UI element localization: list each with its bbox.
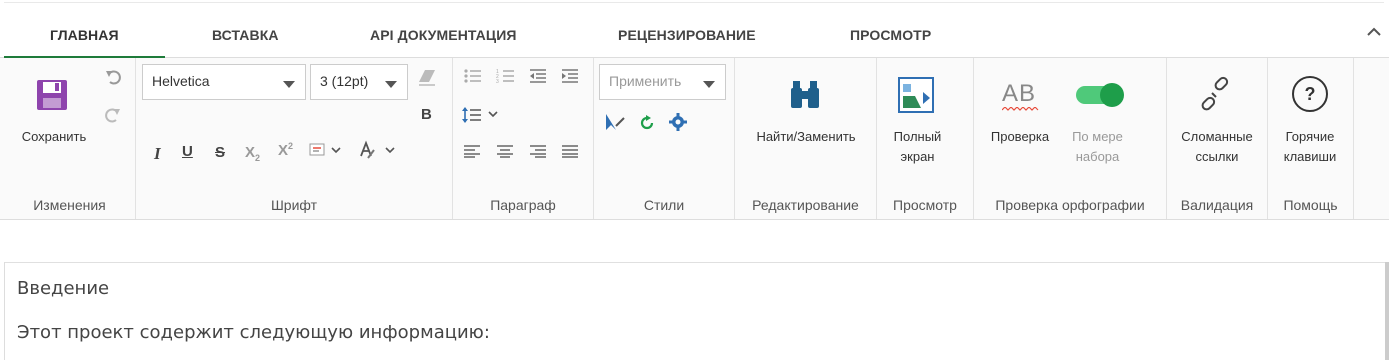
bullet-list-icon[interactable] [463,68,483,84]
hotkeys-line-2: клавиши [1283,149,1337,164]
line-spacing-icon[interactable] [461,106,503,124]
as-you-type-line-1: По мере [1072,129,1123,144]
collapse-ribbon-icon[interactable] [1366,24,1382,40]
spell-check-icon[interactable]: AB [1002,80,1036,108]
save-icon[interactable] [35,78,69,112]
superscript-icon[interactable]: X2 [278,141,293,159]
highlight-color-icon[interactable] [308,142,344,160]
group-label-changes: Изменения [33,197,106,213]
group-label-paragraph: Параграф [490,197,556,213]
numbered-list-icon[interactable]: 123 [496,68,516,84]
editor-top-spacer [4,220,1389,263]
chevron-down-icon [385,81,397,88]
tab-view[interactable]: ПРОСМОТР [850,27,931,43]
svg-text:3: 3 [496,79,499,84]
fullscreen-label-line-2: экран [900,149,935,164]
group-editing: Найти/Заменить Редактирование [735,58,877,219]
toggle-knob [1100,83,1124,107]
group-validation: Сломанные ссылки Валидация [1167,58,1268,219]
font-size-value: 3 (12pt) [320,73,369,89]
bold-button[interactable]: B [421,106,432,123]
spell-underline-icon [1002,107,1039,111]
align-left-icon[interactable] [463,144,481,158]
fullscreen-label-line-1: Полный [893,129,942,144]
subscript-icon[interactable]: X2 [245,144,260,163]
align-justify-icon[interactable] [561,144,579,158]
group-help: ? Горячие клавиши Помощь [1268,58,1354,219]
binoculars-icon[interactable] [788,78,822,112]
editor-scrollbar[interactable] [1385,262,1389,360]
strikethrough-button[interactable]: S [215,144,225,161]
tab-api-docs[interactable]: API ДОКУМЕНТАЦИЯ [370,27,517,43]
group-paragraph: 123 Параграф [453,58,594,219]
font-color-icon[interactable] [358,140,398,162]
as-you-type-line-2: набора [1075,149,1120,164]
outdent-icon[interactable] [528,68,548,84]
align-right-icon[interactable] [529,144,547,158]
paragraph-heading[interactable]: Введение [17,278,109,299]
spell-as-you-type-label: По мере набора [1060,127,1135,167]
refresh-styles-icon[interactable] [638,114,656,132]
group-label-help: Помощь [1283,197,1338,213]
group-spelling: AB Проверка По мере набора Проверка орфо… [974,58,1167,219]
chevron-down-icon [283,81,295,88]
gear-icon[interactable] [668,112,688,132]
tab-insert[interactable]: ВСТАВКА [212,27,279,43]
broken-links-line-1: Сломанные [1181,129,1253,144]
redo-icon[interactable] [104,106,122,124]
group-label-validation: Валидация [1180,197,1254,213]
align-center-icon[interactable] [496,144,514,158]
group-label-editing: Редактирование [752,197,859,213]
spell-as-you-type-toggle[interactable] [1076,83,1124,107]
paragraph-body[interactable]: Этот проект содержит следующую информаци… [17,322,490,343]
tab-home[interactable]: ГЛАВНАЯ [50,27,119,43]
style-apply-select[interactable]: Применить [599,64,726,100]
group-label-styles: Стили [643,197,685,213]
ribbon-tabs: ГЛАВНАЯ ВСТАВКА API ДОКУМЕНТАЦИЯ РЕЦЕНЗИ… [0,0,1389,58]
broken-links-button-label[interactable]: Сломанные ссылки [1167,127,1267,167]
italic-button[interactable]: I [154,144,161,164]
top-divider [4,2,1384,3]
fullscreen-icon[interactable] [897,76,935,114]
style-pick-cursor-icon[interactable] [604,112,626,132]
font-family-select[interactable]: Helvetica [142,64,306,100]
chevron-down-icon [703,81,715,88]
find-replace-button-label[interactable]: Найти/Заменить [737,127,875,147]
hotkeys-button-label[interactable]: Горячие клавиши [1268,127,1352,167]
group-styles: Применить Стили [594,58,735,219]
style-apply-placeholder: Применить [609,73,682,89]
underline-button[interactable]: U [182,143,193,160]
clear-format-eraser-icon[interactable] [416,67,438,87]
group-label-view: Просмотр [893,197,957,213]
font-size-select[interactable]: 3 (12pt) [310,64,408,100]
group-label-spelling: Проверка орфографии [995,197,1145,213]
font-family-value: Helvetica [152,73,210,89]
group-font: Helvetica 3 (12pt) B I U S X2 X2 Шрифт [136,58,453,219]
broken-link-icon[interactable] [1197,76,1233,112]
group-changes: Сохранить Изменения [4,58,136,219]
undo-icon[interactable] [104,68,122,86]
save-button-label[interactable]: Сохранить [14,127,94,147]
fullscreen-button-label[interactable]: Полный экран [877,127,958,167]
spell-check-button-label[interactable]: Проверка [982,127,1058,147]
editor-content[interactable]: Введение Этот проект содержит следующую … [4,262,1387,360]
group-label-font: Шрифт [270,197,318,213]
tab-review[interactable]: РЕЦЕНЗИРОВАНИЕ [618,27,756,43]
ribbon-toolbar: Сохранить Изменения Helvetica 3 (12pt) B… [0,58,1389,220]
hotkeys-line-1: Горячие [1285,129,1335,144]
indent-icon[interactable] [560,68,580,84]
group-view: Полный экран Просмотр [877,58,974,219]
help-icon[interactable]: ? [1292,76,1328,112]
broken-links-line-2: ссылки [1195,149,1239,164]
